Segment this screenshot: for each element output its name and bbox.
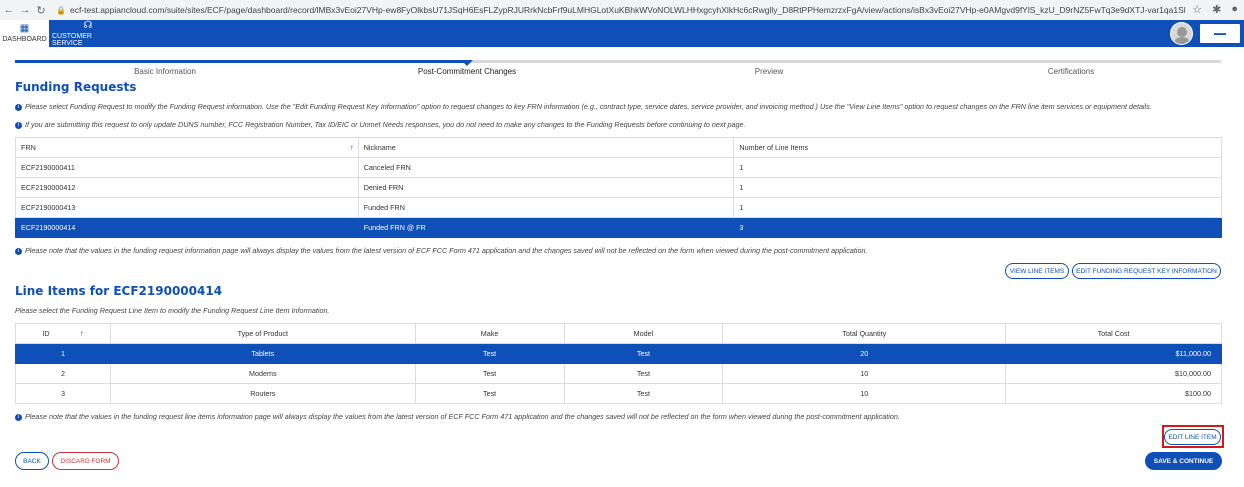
table-row[interactable]: 3 Routers Test Test 10 $100.00	[15, 383, 1222, 404]
cost-cell: $10,000.00	[1005, 363, 1222, 384]
extensions-icon[interactable]: ✱	[1212, 3, 1221, 16]
funding-requests-info-2: i If you are submitting this request to o…	[15, 120, 745, 129]
star-icon[interactable]: ☆	[1192, 3, 1202, 16]
table-row[interactable]: ECF2190000411 Canceled FRN 1	[15, 157, 1222, 178]
step-certifications: Certifications	[1047, 67, 1095, 76]
model-cell: Test	[563, 363, 724, 384]
funding-requests-title: Funding Requests	[15, 80, 137, 94]
nickname-cell: Funded FRN @ FR	[357, 217, 735, 238]
table-row-selected[interactable]: ECF2190000414 Funded FRN @ FR 3	[15, 217, 1222, 238]
cost-cell: $11,000.00	[1005, 343, 1222, 364]
edit-funding-request-key-information-button[interactable]: EDIT FUNDING REQUEST KEY INFORMATION	[1072, 263, 1221, 279]
id-cell: 3	[15, 383, 111, 404]
tab-dashboard[interactable]: ▦ DASHBOARD	[0, 20, 49, 47]
column-header-total-cost[interactable]: Total Cost	[1005, 323, 1222, 344]
line-items-count-cell: 3	[733, 217, 1222, 238]
line-items-count-cell: 1	[733, 197, 1222, 218]
nickname-cell: Canceled FRN	[357, 157, 735, 178]
column-header-model[interactable]: Model	[563, 323, 724, 344]
model-cell: Test	[563, 383, 724, 404]
step-preview: Preview	[754, 67, 784, 76]
column-header-type-of-product[interactable]: Type of Product	[109, 323, 416, 344]
view-line-items-button[interactable]: VIEW LINE ITEMS	[1005, 263, 1069, 279]
lock-icon: 🔒	[56, 5, 66, 15]
line-items-note: i Please note that the values in the fund…	[15, 412, 900, 421]
stepper-current-marker	[461, 60, 473, 66]
type-cell: Routers	[109, 383, 416, 404]
id-cell: 1	[15, 343, 111, 364]
reload-icon[interactable]: ↻	[34, 4, 48, 17]
save-continue-button[interactable]: SAVE & CONTINUE	[1145, 452, 1222, 470]
sort-up-icon[interactable]: ↑	[350, 143, 354, 152]
type-cell: Modems	[109, 363, 416, 384]
column-header-frn[interactable]: FRN ↑	[15, 137, 359, 158]
table-row-selected[interactable]: 1 Tablets Test Test 20 $11,000.00	[15, 343, 1222, 364]
info-icon: i	[15, 103, 22, 111]
id-cell: 2	[15, 363, 111, 384]
make-cell: Test	[414, 383, 565, 404]
column-header-nickname[interactable]: Nickname	[357, 137, 735, 158]
column-header-total-quantity[interactable]: Total Quantity	[722, 323, 1007, 344]
nickname-cell: Denied FRN	[357, 177, 735, 198]
frn-cell: ECF2190000414	[15, 217, 359, 238]
funding-requests-note: i Please note that the values in the fund…	[15, 246, 867, 255]
model-cell: Test	[563, 343, 724, 364]
line-items-count-cell: 1	[733, 177, 1222, 198]
nickname-cell: Funded FRN	[357, 197, 735, 218]
cost-cell: $100.00	[1005, 383, 1222, 404]
browser-toolbar: ← → ↻ 🔒 ecf-test.appiancloud.com/suite/s…	[0, 0, 1244, 20]
avatar[interactable]	[1170, 22, 1193, 45]
headset-icon: ☊	[83, 19, 93, 31]
frn-cell: ECF2190000413	[15, 197, 359, 218]
back-arrow-icon[interactable]: ←	[2, 4, 16, 16]
column-header-make[interactable]: Make	[414, 323, 565, 344]
browser-actions: ☆ ✱ ●	[1192, 3, 1238, 16]
line-items-instruction: Please select the Funding Request Line I…	[15, 306, 330, 315]
profile-icon[interactable]: ●	[1231, 3, 1238, 16]
step-basic-information: Basic Information	[134, 67, 196, 76]
tab-customer-service-label: CUSTOMER SERVICE	[52, 32, 92, 47]
dashboard-icon: ▦	[19, 23, 30, 34]
note-text: Please note that the values in the fundi…	[25, 246, 868, 255]
line-items-table: ID ↑ Type of Product Make Model Total Qua…	[15, 323, 1222, 404]
column-header-id[interactable]: ID ↑	[15, 323, 111, 344]
make-cell: Test	[414, 343, 565, 364]
discard-form-button[interactable]: DISCARD FORM	[52, 452, 119, 470]
funding-requests-info-1: i Please select Funding Request to modify…	[15, 102, 1152, 111]
sort-up-icon[interactable]: ↑	[80, 329, 84, 338]
line-items-title: Line Items for ECF2190000414	[15, 284, 223, 298]
address-bar[interactable]: ecf-test.appiancloud.com/suite/sites/ECF…	[70, 5, 1190, 15]
note-text: Please note that the values in the fundi…	[25, 412, 900, 421]
table-header-row: FRN ↑ Nickname Number of Line Items	[15, 137, 1222, 158]
tab-dashboard-label: DASHBOARD	[2, 36, 47, 43]
info-icon: i	[15, 247, 22, 255]
logo: ▬▬	[1200, 24, 1240, 43]
info-2-text: If you are submitting this request to on…	[25, 120, 746, 129]
quantity-cell: 10	[722, 383, 1007, 404]
quantity-cell: 10	[722, 363, 1007, 384]
tab-customer-service[interactable]: ☊ CUSTOMER SERVICE	[52, 20, 124, 47]
line-items-count-cell: 1	[733, 157, 1222, 178]
stepper-track	[15, 60, 1221, 63]
quantity-cell: 20	[722, 343, 1007, 364]
app-header: ▦ DASHBOARD ☊ CUSTOMER SERVICE ▬▬	[0, 20, 1244, 47]
forward-arrow-icon[interactable]: →	[18, 4, 32, 16]
info-icon: i	[15, 413, 22, 421]
back-button[interactable]: BACK	[15, 452, 49, 470]
column-header-line-items[interactable]: Number of Line Items	[733, 137, 1222, 158]
table-row[interactable]: ECF2190000413 Funded FRN 1	[15, 197, 1222, 218]
type-cell: Tablets	[109, 343, 416, 364]
stepper-progress	[15, 60, 468, 63]
edit-line-item-button[interactable]: EDIT LINE ITEM	[1164, 429, 1221, 445]
frn-cell: ECF2190000412	[15, 177, 359, 198]
funding-requests-table: FRN ↑ Nickname Number of Line Items ECF21…	[15, 137, 1222, 238]
frn-cell: ECF2190000411	[15, 157, 359, 178]
table-row[interactable]: 2 Modems Test Test 10 $10,000.00	[15, 363, 1222, 384]
table-header-row: ID ↑ Type of Product Make Model Total Qua…	[15, 323, 1222, 344]
make-cell: Test	[414, 363, 565, 384]
info-1-text: Please select Funding Request to modify …	[25, 102, 1152, 111]
info-icon: i	[15, 121, 22, 129]
step-post-commitment-changes: Post-Commitment Changes	[417, 67, 517, 76]
table-row[interactable]: ECF2190000412 Denied FRN 1	[15, 177, 1222, 198]
